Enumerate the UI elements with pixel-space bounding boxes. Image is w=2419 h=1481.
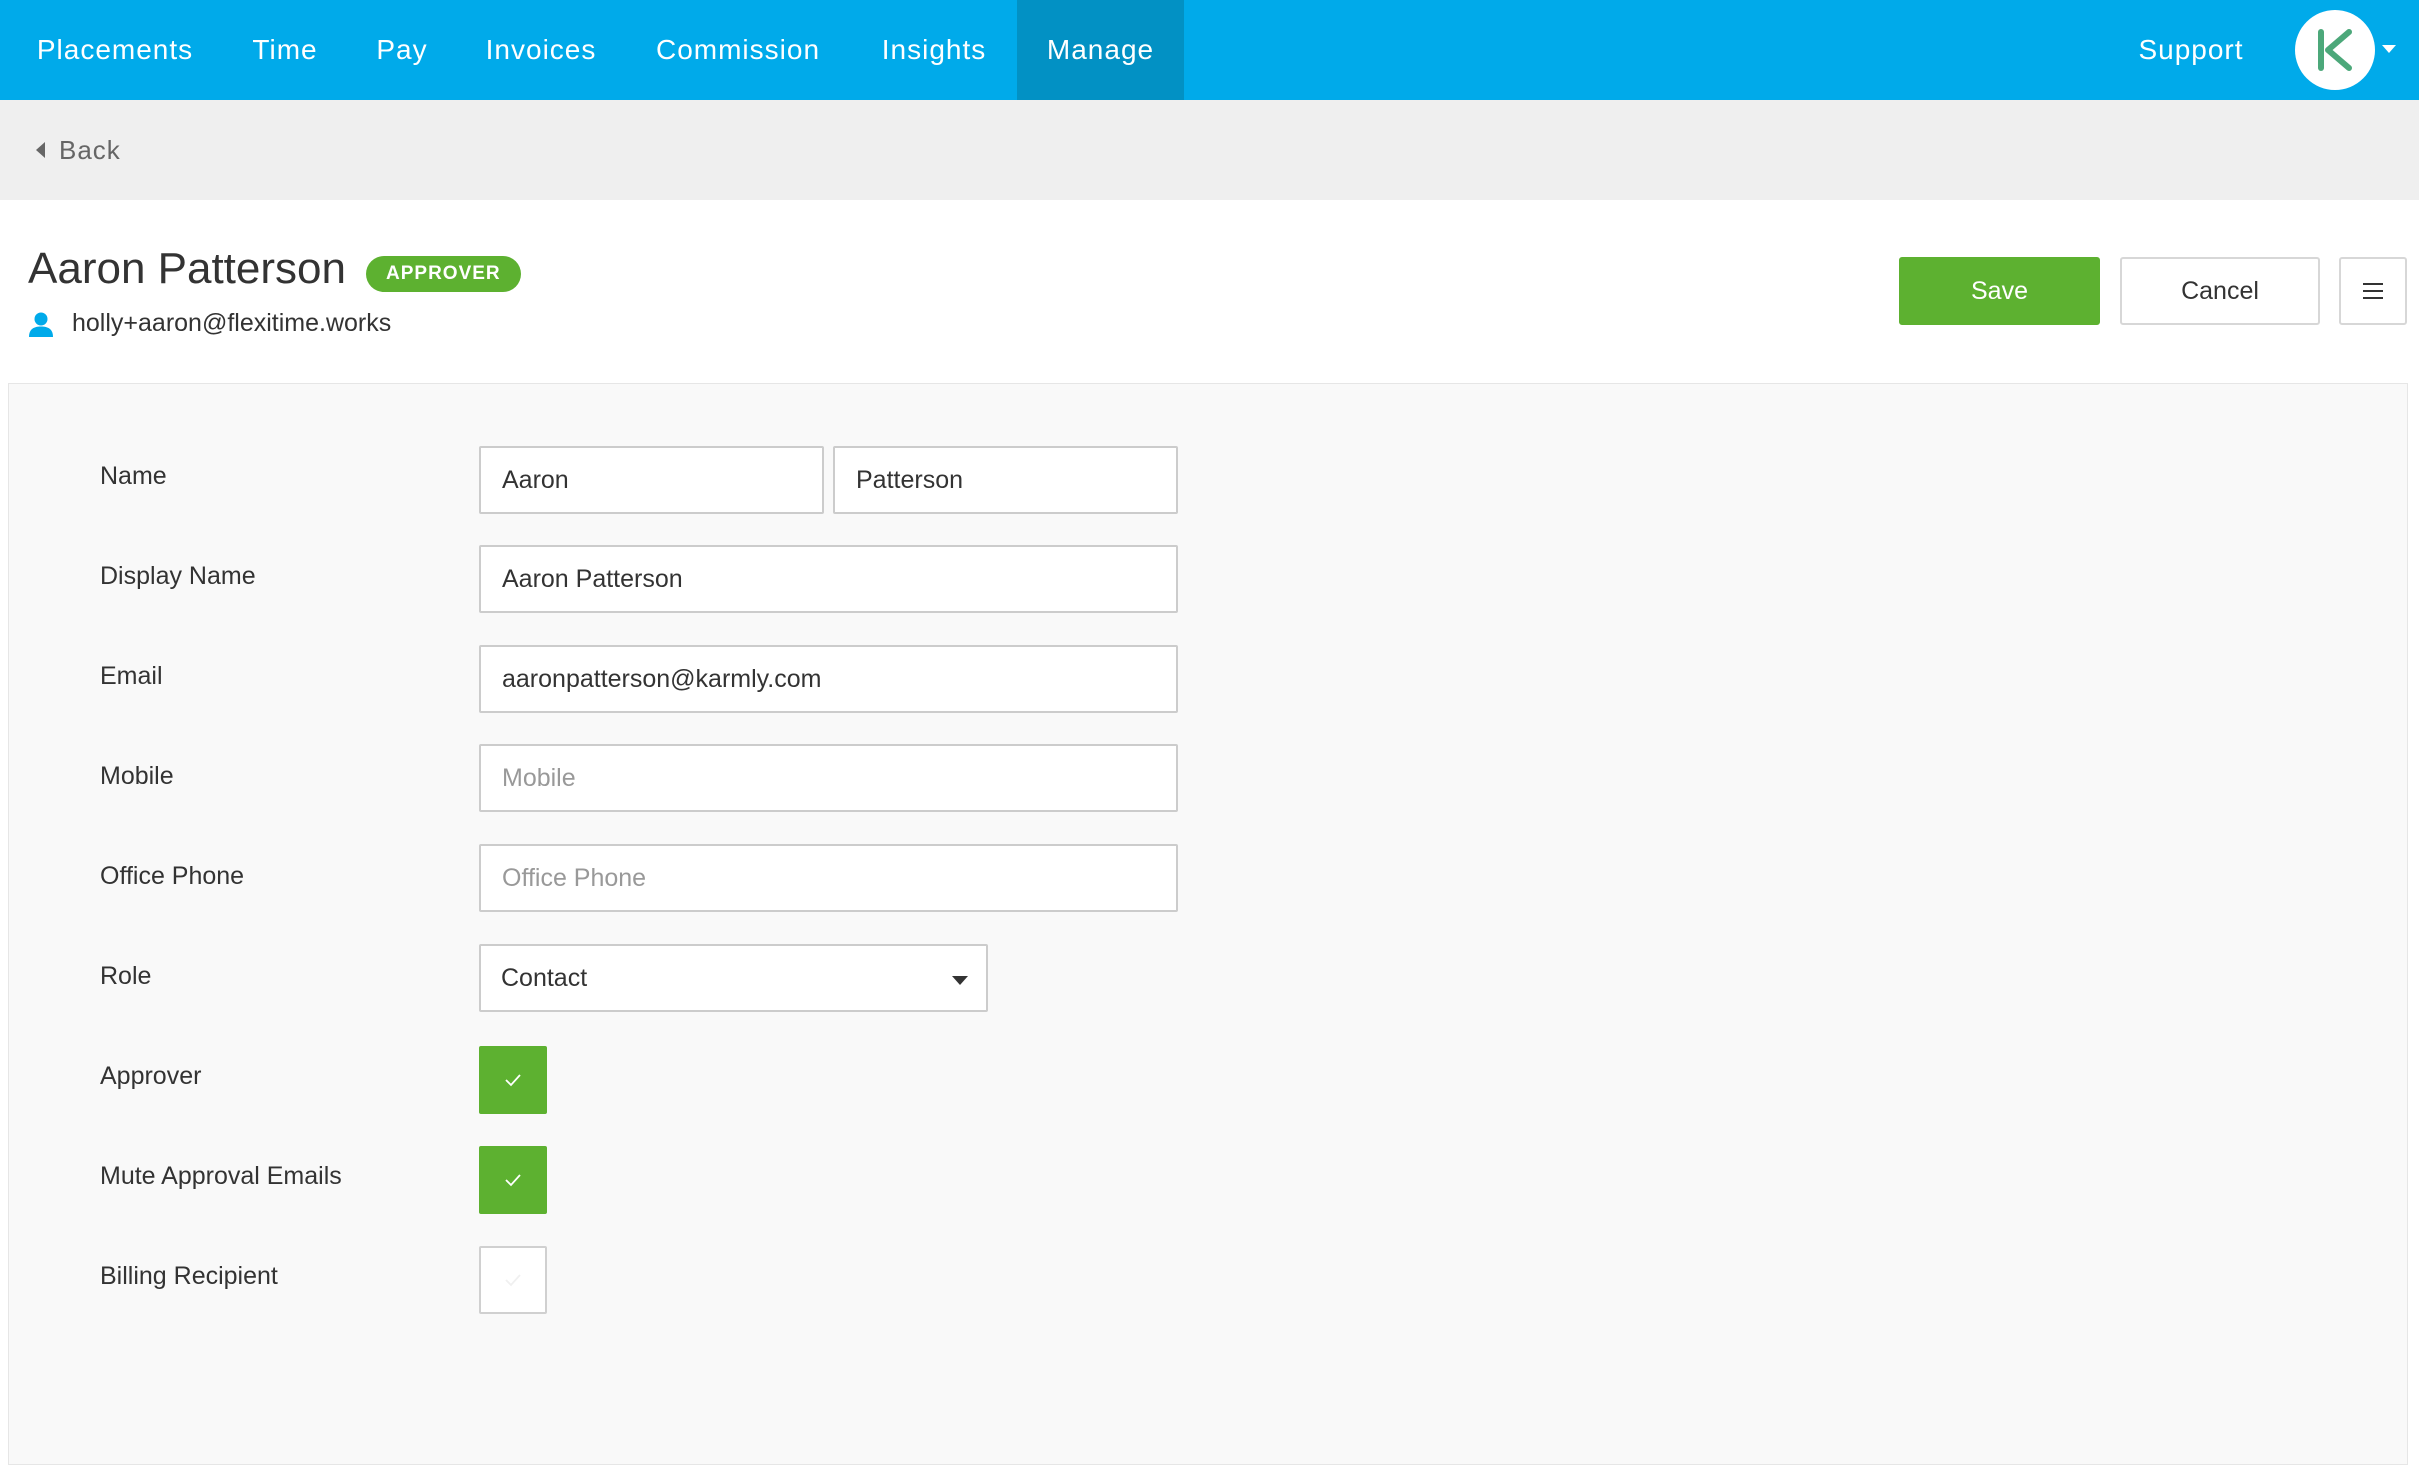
approver-label: Approver xyxy=(100,1061,202,1090)
page-title: Aaron Patterson xyxy=(28,244,346,293)
role-label: Role xyxy=(100,961,152,990)
office-phone-label: Office Phone xyxy=(100,861,245,890)
karmly-logo-icon xyxy=(2318,29,2352,71)
nav-invoices[interactable]: Invoices xyxy=(466,0,616,100)
login-email: holly+aaron@flexitime.works xyxy=(72,309,392,337)
checkmark-icon xyxy=(505,1274,521,1287)
back-bar xyxy=(0,100,2419,200)
mobile-label: Mobile xyxy=(100,761,174,790)
nav-manage[interactable]: Manage xyxy=(1017,0,1184,100)
login-email-line: holly+aaron@flexitime.works xyxy=(28,309,391,338)
billing-recipient-checkbox[interactable] xyxy=(479,1246,547,1314)
chevron-down-icon xyxy=(952,976,968,985)
nav-insights[interactable]: Insights xyxy=(862,0,1006,100)
mobile-input[interactable] xyxy=(479,744,1178,812)
email-label: Email xyxy=(100,661,163,690)
office-phone-input[interactable] xyxy=(479,844,1178,912)
name-label: Name xyxy=(100,461,167,490)
nav-time[interactable]: Time xyxy=(224,0,346,100)
save-button[interactable]: Save xyxy=(1899,257,2100,325)
first-name-input[interactable] xyxy=(479,446,824,514)
checkmark-icon xyxy=(505,1174,521,1187)
account-avatar[interactable] xyxy=(2295,10,2375,90)
chevron-left-icon xyxy=(36,142,45,158)
hamburger-menu-icon xyxy=(2363,283,2383,285)
display-name-input[interactable] xyxy=(479,545,1178,613)
mute-approval-emails-label: Mute Approval Emails xyxy=(100,1161,342,1190)
account-menu-chevron-down-icon[interactable] xyxy=(2382,45,2396,53)
role-select[interactable]: Contact xyxy=(479,944,988,1012)
checkmark-icon xyxy=(505,1074,521,1087)
nav-commission[interactable]: Commission xyxy=(634,0,842,100)
approver-badge: APPROVER xyxy=(366,256,521,292)
last-name-input[interactable] xyxy=(833,446,1178,514)
back-label: Back xyxy=(59,134,121,165)
back-link[interactable]: Back xyxy=(36,130,121,170)
nav-support[interactable]: Support xyxy=(2116,0,2266,100)
nav-placements[interactable]: Placements xyxy=(16,0,214,100)
nav-pay[interactable]: Pay xyxy=(356,0,448,100)
approver-checkbox[interactable] xyxy=(479,1046,547,1114)
mute-approval-emails-checkbox[interactable] xyxy=(479,1146,547,1214)
billing-recipient-label: Billing Recipient xyxy=(100,1261,278,1290)
display-name-label: Display Name xyxy=(100,561,256,590)
cancel-button[interactable]: Cancel xyxy=(2120,257,2320,325)
contact-form-panel xyxy=(8,383,2408,1465)
role-selected-value: Contact xyxy=(501,963,588,992)
more-options-button[interactable] xyxy=(2339,257,2407,325)
user-icon xyxy=(29,312,53,337)
top-nav: Placements Time Pay Invoices Commission … xyxy=(0,0,2419,100)
email-input[interactable] xyxy=(479,645,1178,713)
